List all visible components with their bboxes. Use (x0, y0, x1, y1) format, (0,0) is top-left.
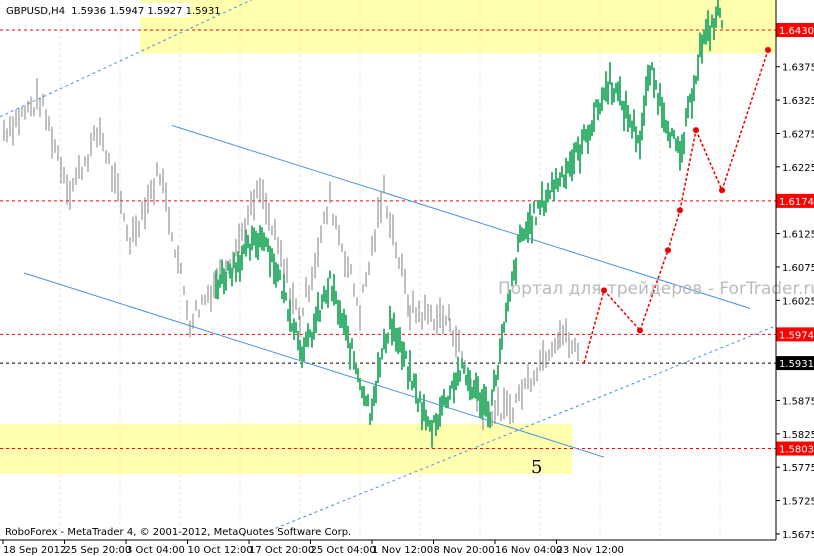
x-tick-label: 1 Nov 12:00 (372, 545, 433, 556)
y-tick-label: 1.6325 (782, 96, 814, 107)
price-chart[interactable]: 1.6430 1.6174 1.5974 1.5803 1.5931 Портал дл… (0, 0, 814, 556)
chart-window: 1.6430 1.6174 1.5974 1.5803 1.5931 Портал дл… (0, 0, 814, 556)
level-label: 1.5931 (779, 359, 814, 370)
forecast-arrowhead (765, 47, 771, 54)
symbol-header: GBPUSD,H4 1.5936 1.5947 1.5927 1.5931 (6, 6, 221, 17)
forecast-segment (721, 49, 769, 191)
x-tick-label: 17 Oct 20:00 (249, 545, 314, 556)
x-tick-label: 25 Sep 20:00 (65, 545, 132, 556)
watermark: Портал для трейдеров - ForTrader.ru (498, 279, 814, 299)
level-label: 1.6174 (779, 197, 814, 208)
target-zone (140, 0, 776, 54)
forecast-segment (583, 290, 605, 364)
forecast-segment (695, 129, 723, 191)
x-tick-label: 23 Nov 12:00 (557, 545, 624, 556)
x-tick-label: 25 Oct 04:00 (311, 545, 376, 556)
x-tick-label: 16 Nov 04:00 (495, 545, 562, 556)
level-label: 1.5803 (779, 445, 814, 456)
y-tick-label: 1.5875 (782, 396, 814, 407)
x-tick-label: 8 Nov 20:00 (434, 545, 495, 556)
level-label: 1.5974 (779, 330, 814, 341)
y-tick-label: 1.6275 (782, 129, 814, 140)
x-tick-label: 18 Sep 2012 (3, 545, 66, 556)
y-tick-label: 1.6375 (782, 63, 814, 74)
forecast-segment (667, 210, 681, 251)
y-tick-label: 1.5675 (782, 530, 814, 541)
y-tick-label: 1.6075 (782, 263, 814, 274)
x-tick-label: 3 Oct 04:00 (126, 545, 185, 556)
y-tick-label: 1.5775 (782, 463, 814, 474)
y-tick-label: 1.5825 (782, 430, 814, 441)
level-label: 1.6430 (779, 26, 814, 37)
y-tick-label: 1.5725 (782, 497, 814, 508)
y-tick-label: 1.6225 (782, 163, 814, 174)
y-tick-label: 1.6025 (782, 296, 814, 307)
y-tick-label: 1.6125 (782, 230, 814, 241)
wave-label: 5 (531, 457, 542, 478)
x-tick-label: 10 Oct 12:00 (188, 545, 253, 556)
copyright: RoboForex - MetaTrader 4, © 2001-2012, M… (5, 527, 351, 538)
